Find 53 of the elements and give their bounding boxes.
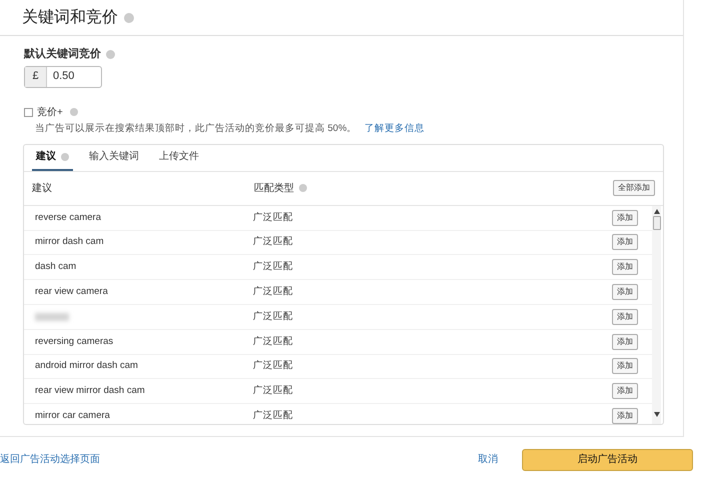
add-button[interactable]: 添加: [612, 383, 638, 400]
column-header: 建议: [32, 182, 53, 196]
field-label: 默认关键词竞价: [24, 46, 101, 62]
learn-more-link[interactable]: 了解更多信息: [364, 122, 425, 136]
add-button[interactable]: 添加: [612, 284, 638, 300]
add-button[interactable]: 添加: [612, 259, 638, 276]
add-button[interactable]: 添加: [612, 334, 638, 350]
description-text: 当广告可以展示在搜索结果顶部时，此广告活动的竞价最多可提高 50%。: [35, 122, 357, 136]
info-icon: [70, 108, 78, 116]
add-button[interactable]: 添加: [612, 308, 638, 325]
section-title: 关键词和竞价: [22, 8, 118, 28]
tab[interactable]: 上传文件: [155, 144, 203, 171]
add-button[interactable]: 添加: [612, 358, 638, 374]
bid-value: 0.50: [52, 69, 74, 84]
bid-input[interactable]: £ 0.50: [24, 66, 102, 88]
keyword-cell-text: mirror dash cam: [35, 235, 105, 250]
tab[interactable]: 建议: [32, 144, 73, 171]
add-button[interactable]: 添加: [612, 408, 638, 424]
match-type-cell-text: 广泛匹配: [253, 235, 293, 250]
keyword-cell-text: rear view camera: [35, 284, 109, 299]
column-header: 匹配类型: [254, 182, 294, 196]
match-type-cell-text: 广泛匹配: [253, 408, 293, 423]
currency-label: £: [25, 66, 47, 86]
info-icon: [299, 184, 307, 192]
scrollbar-thumb[interactable]: [652, 216, 660, 230]
checkbox[interactable]: [24, 108, 33, 116]
keyword-cell-text: dash cam: [35, 260, 78, 274]
info-icon: [106, 50, 115, 59]
keyword-cell-text: mirror car camera: [35, 408, 111, 423]
info-icon: [61, 152, 69, 161]
launch-campaign-button[interactable]: 启动广告活动: [522, 448, 693, 470]
cancel-link[interactable]: 取消: [478, 452, 498, 467]
keyword-cell-text: rear view mirror dash cam: [35, 384, 146, 398]
match-type-cell: 广泛匹配: [253, 260, 293, 274]
back-link[interactable]: 返回广告活动选择页面: [0, 452, 100, 467]
scrollbar[interactable]: [652, 206, 661, 424]
add-button[interactable]: 添加: [612, 234, 638, 250]
match-type-cell: 广泛匹配: [253, 310, 293, 324]
keyword-cell-text: reverse camera: [35, 210, 102, 225]
match-type-cell-text: 广泛匹配: [253, 359, 293, 374]
add-all-button[interactable]: 全部添加: [613, 180, 655, 196]
match-type-cell-text: 广泛匹配: [253, 334, 293, 348]
checkbox-label: 竞价+: [37, 106, 63, 120]
match-type-cell: 广泛匹配: [253, 384, 293, 398]
keyword-cell-text: reversing cameras: [35, 334, 114, 348]
match-type-cell: 广泛匹配: [253, 210, 293, 225]
keyword-cell-text: android mirror dash cam: [35, 359, 139, 374]
tab[interactable]: 输入关键词: [85, 144, 143, 171]
info-icon: [124, 12, 134, 22]
blurred-text: [35, 312, 69, 321]
add-button[interactable]: 添加: [612, 210, 638, 226]
match-type-cell-text: 广泛匹配: [253, 284, 293, 299]
scroll-down-icon[interactable]: [654, 412, 660, 417]
